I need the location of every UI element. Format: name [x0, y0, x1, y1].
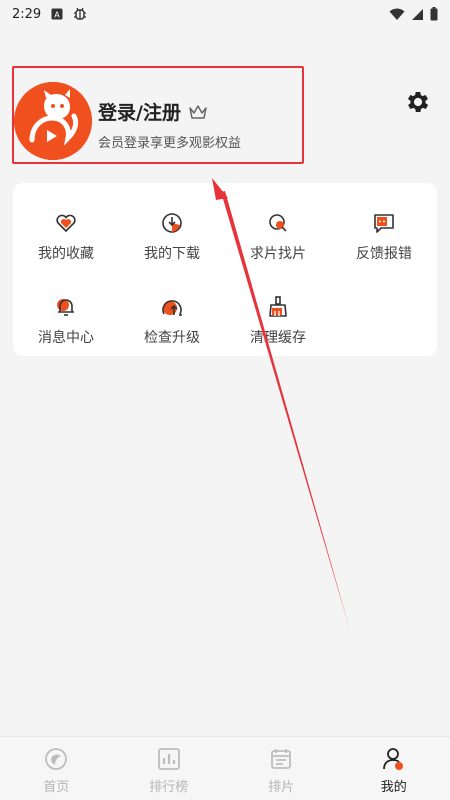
bug-icon — [74, 7, 87, 20]
menu-check-update-label: 检查升级 — [144, 330, 200, 346]
menu-clear-cache-label: 清理缓存 — [250, 330, 306, 346]
status-time: 2:29 — [12, 6, 42, 22]
menu-favorites[interactable]: 我的收藏 — [13, 193, 119, 263]
login-register-label[interactable]: 登录/注册 — [98, 98, 181, 125]
battery-icon — [430, 7, 438, 21]
tab-schedule[interactable]: 排片 — [225, 737, 338, 800]
feature-grid: 我的收藏 我的下载 求片找片 反馈报错 消息中心 检查升级 清理缓存 — [13, 183, 437, 356]
profile-icon — [382, 748, 403, 770]
tab-home[interactable]: 首页 — [0, 737, 113, 800]
download-icon — [162, 213, 182, 233]
ranking-icon — [157, 748, 180, 770]
tab-schedule-label: 排片 — [268, 780, 295, 795]
sim-a-icon: A — [51, 8, 63, 20]
login-subtitle: 会员登录享更多观影权益 — [98, 136, 242, 151]
menu-check-update[interactable]: 检查升级 — [119, 277, 225, 347]
menu-favorites-label: 我的收藏 — [38, 246, 94, 262]
menu-downloads[interactable]: 我的下载 — [119, 193, 225, 263]
home-icon — [45, 748, 68, 770]
broom-icon — [269, 296, 287, 317]
menu-feedback-label: 反馈报错 — [356, 246, 412, 262]
bottom-tab-bar: 首页 排行榜 排片 我的 — [0, 736, 450, 800]
search-film-icon — [269, 214, 287, 232]
upgrade-icon — [162, 300, 182, 316]
feedback-icon — [374, 214, 394, 233]
crown-icon — [189, 104, 207, 119]
tab-mine[interactable]: 我的 — [338, 737, 450, 800]
login-register-panel[interactable]: 登录/注册 会员登录享更多观影权益 — [12, 66, 304, 164]
login-title[interactable]: 登录/注册 — [98, 98, 207, 125]
menu-downloads-label: 我的下载 — [144, 246, 200, 262]
tab-home-label: 首页 — [43, 780, 70, 795]
menu-messages[interactable]: 消息中心 — [13, 277, 119, 347]
status-bar: 2:29 A — [0, 0, 450, 28]
tab-ranking-label: 排行榜 — [149, 780, 189, 795]
cat-logo-icon — [14, 82, 92, 160]
tab-ranking[interactable]: 排行榜 — [113, 737, 226, 800]
menu-feedback[interactable]: 反馈报错 — [331, 193, 437, 263]
menu-messages-label: 消息中心 — [38, 330, 94, 346]
avatar[interactable] — [14, 82, 92, 160]
menu-request-film-label: 求片找片 — [250, 246, 306, 262]
signal-icon — [412, 8, 423, 20]
menu-request-film[interactable]: 求片找片 — [225, 193, 331, 263]
menu-clear-cache[interactable]: 清理缓存 — [225, 277, 331, 347]
wifi-icon — [389, 8, 405, 20]
gear-icon[interactable] — [404, 88, 432, 116]
tab-mine-label: 我的 — [380, 780, 407, 795]
heart-icon — [56, 214, 76, 233]
bell-icon — [57, 299, 74, 316]
schedule-icon — [271, 749, 292, 769]
svg-text:A: A — [54, 11, 60, 20]
